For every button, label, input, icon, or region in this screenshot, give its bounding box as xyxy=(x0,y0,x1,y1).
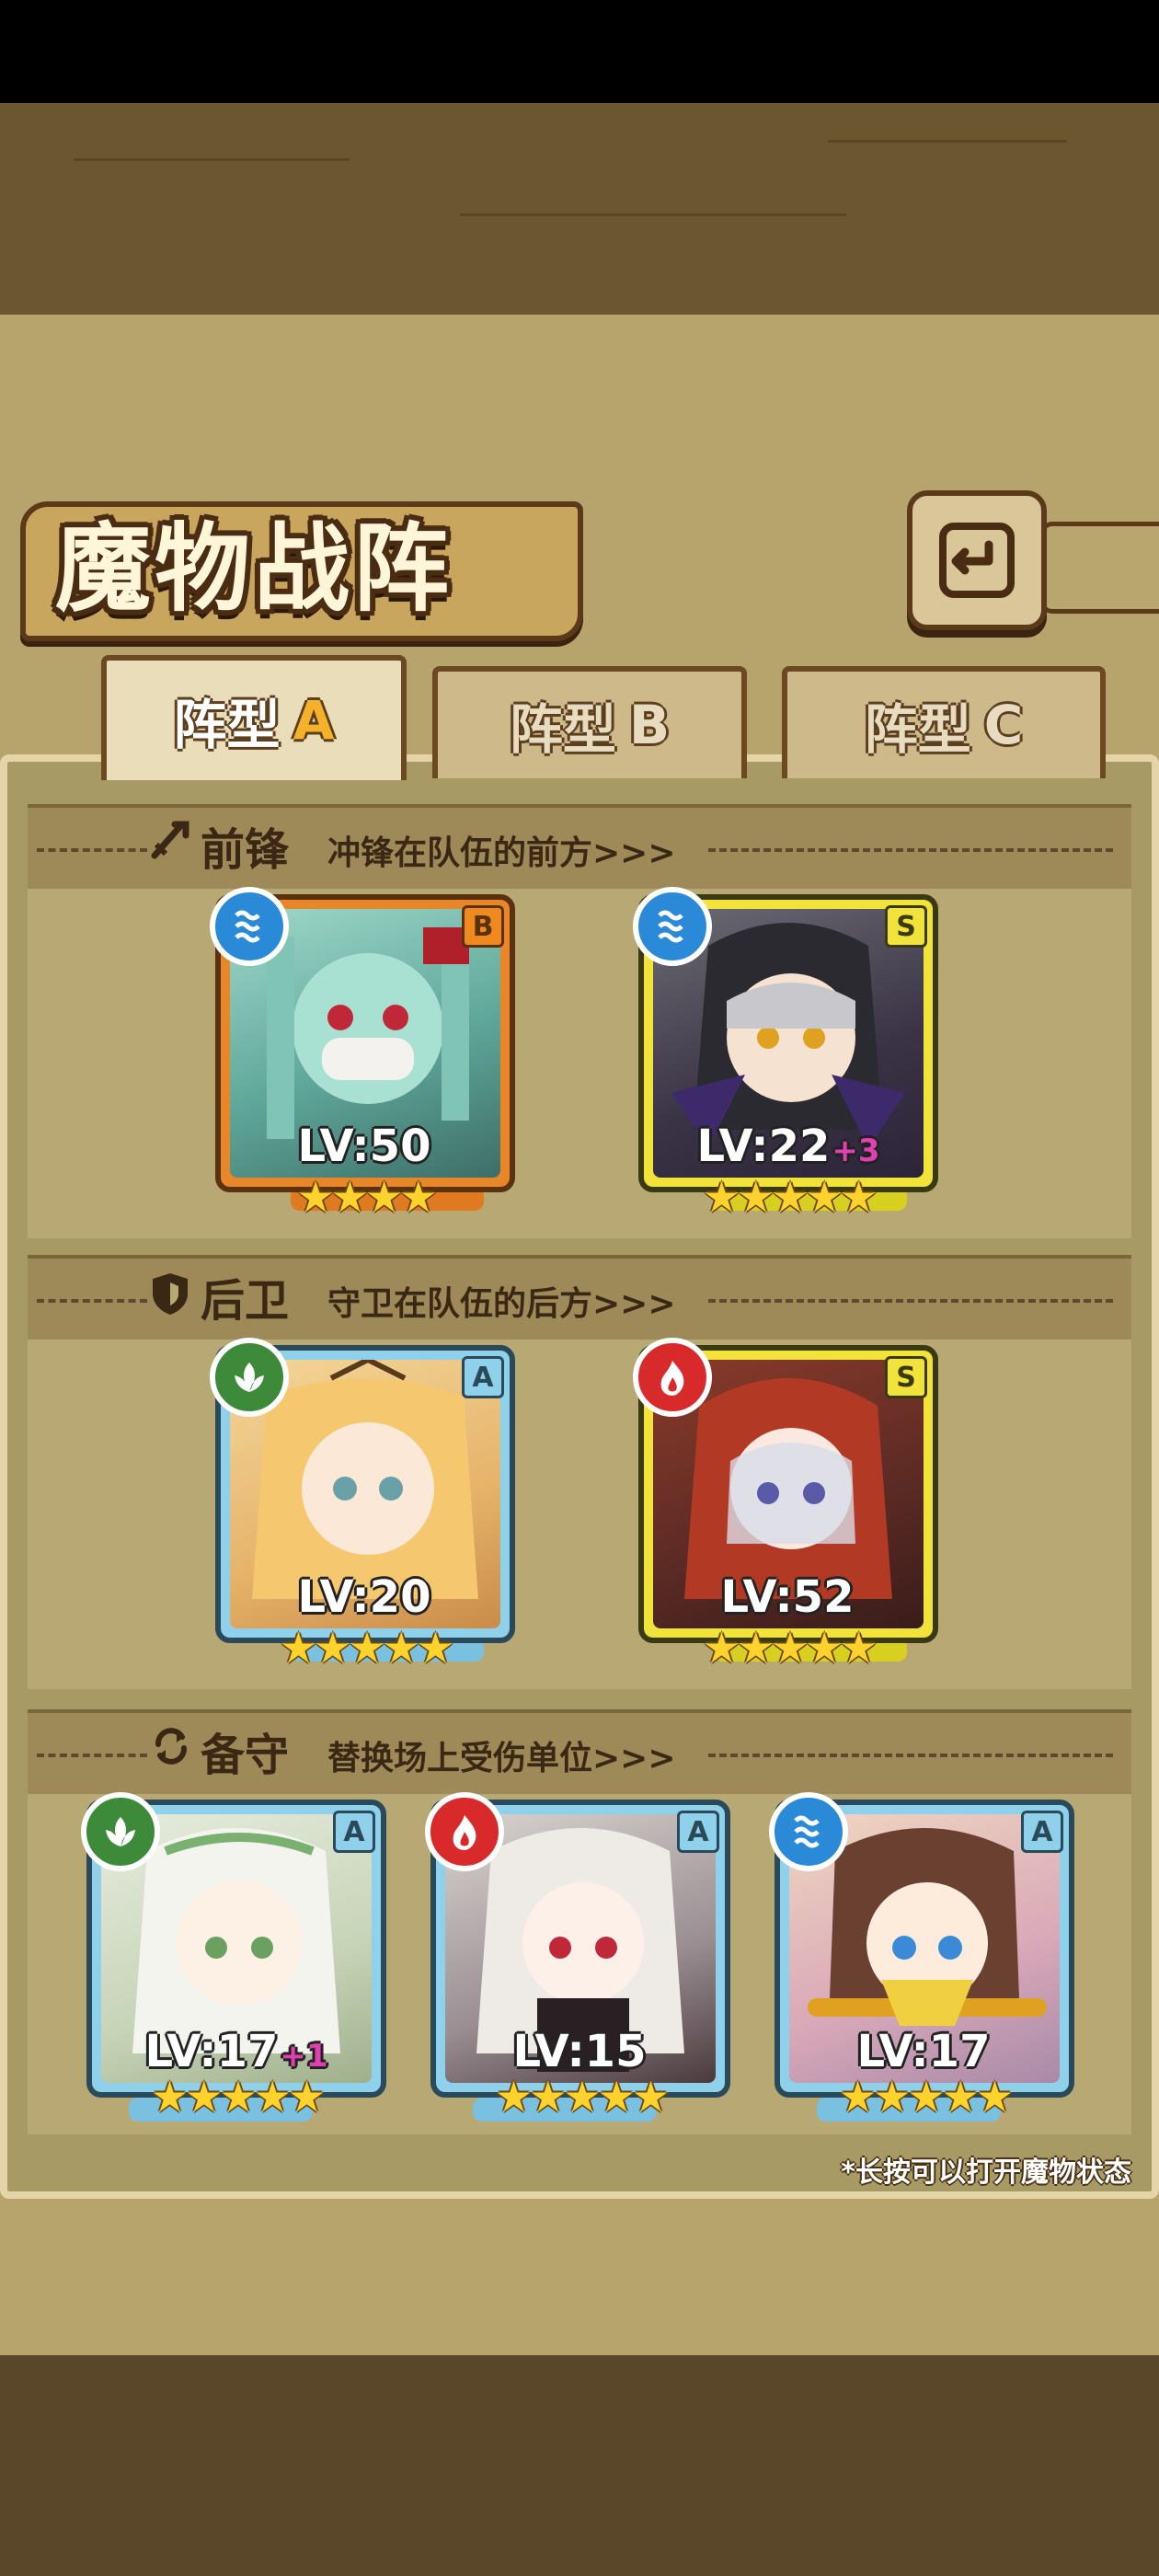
rarity-badge: B xyxy=(462,905,504,948)
tab-formation-b[interactable]: 阵型 B xyxy=(432,666,747,778)
wood-element-icon xyxy=(81,1792,160,1871)
page-title: 魔物战阵 xyxy=(55,512,453,625)
star-rating: ★★★★★ xyxy=(279,1623,454,1673)
tab-suffix: B xyxy=(628,694,671,756)
level-label: LV:15 xyxy=(512,2026,647,2077)
monster-card-front-2[interactable]: S LV:22+3 ★★★★★ xyxy=(633,887,938,1222)
section-desc-reserve: 替换场上受伤单位>>> xyxy=(327,1740,676,1777)
water-element-icon xyxy=(633,887,712,966)
rarity-badge: S xyxy=(885,905,927,948)
monster-card-front-1[interactable]: B LV:50 ★★★★ xyxy=(210,887,515,1222)
tab-formation-c[interactable]: 阵型 C xyxy=(782,666,1106,778)
tab-formation-a[interactable]: 阵型 A xyxy=(101,655,407,780)
star-rating: ★★★★★ xyxy=(702,1623,878,1673)
fire-element-icon xyxy=(633,1338,712,1417)
map-background-top xyxy=(0,103,1159,315)
section-title-rear: 后卫 xyxy=(201,1275,290,1327)
divider xyxy=(37,848,147,852)
back-button-rail xyxy=(1039,522,1159,614)
level-label: LV:17+1 xyxy=(144,2026,328,2077)
section-title-reserve: 备守 xyxy=(201,1730,290,1781)
rarity-badge: A xyxy=(1021,1811,1063,1853)
sword-icon xyxy=(151,821,189,859)
rear-row xyxy=(28,1340,1131,1689)
water-element-icon xyxy=(769,1792,848,1871)
paper-edge-top xyxy=(0,316,1159,350)
map-background-bottom xyxy=(0,2355,1159,2576)
star-rating: ★★★★★ xyxy=(702,1172,878,1222)
wood-element-icon xyxy=(210,1338,289,1417)
rarity-badge: A xyxy=(677,1811,719,1853)
level-label: LV:52 xyxy=(720,1571,855,1623)
fire-element-icon xyxy=(425,1792,504,1871)
level-label: LV:22+3 xyxy=(696,1121,880,1172)
tab-label: 阵型 xyxy=(173,694,281,756)
front-row xyxy=(28,889,1131,1238)
shield-icon xyxy=(153,1273,188,1315)
tab-suffix: A xyxy=(293,689,335,752)
section-desc-rear: 守卫在队伍的后方>>> xyxy=(327,1285,676,1323)
rarity-badge: A xyxy=(462,1356,504,1398)
tab-label: 阵型 xyxy=(864,698,971,761)
divider xyxy=(37,1754,147,1757)
water-element-icon xyxy=(210,887,289,966)
monster-card-reserve-2[interactable]: A LV:15 ★★★★★ xyxy=(425,1792,730,2122)
level-label: LV:17 xyxy=(856,2026,991,2077)
divider xyxy=(708,848,1113,852)
paper-edge-bottom xyxy=(0,2272,1159,2306)
rarity-badge: S xyxy=(885,1356,927,1398)
star-rating: ★★★★★ xyxy=(150,2072,326,2122)
rarity-badge: A xyxy=(333,1811,375,1853)
star-rating: ★★★★ xyxy=(296,1172,438,1222)
tab-suffix: C xyxy=(983,694,1024,756)
swap-icon xyxy=(155,1728,187,1765)
divider xyxy=(37,1299,147,1303)
divider xyxy=(708,1299,1113,1303)
monster-card-reserve-1[interactable]: A LV:17+1 ★★★★★ xyxy=(81,1792,386,2122)
back-button[interactable] xyxy=(907,490,1047,630)
star-rating: ★★★★★ xyxy=(838,2072,1014,2122)
divider xyxy=(708,1754,1113,1757)
monster-card-rear-1[interactable]: A LV:20 ★★★★★ xyxy=(210,1338,515,1673)
status-bar xyxy=(0,0,1159,103)
level-label: LV:50 xyxy=(297,1121,431,1172)
tab-label: 阵型 xyxy=(509,698,616,761)
long-press-hint: *长按可以打开魔物状态 xyxy=(841,2156,1131,2189)
star-rating: ★★★★★ xyxy=(494,2072,670,2122)
level-label: LV:20 xyxy=(297,1571,431,1623)
back-arrow-icon xyxy=(939,523,1015,598)
section-desc-front: 冲锋在队伍的前方>>> xyxy=(327,834,676,872)
section-title-front: 前锋 xyxy=(201,824,290,876)
monster-card-reserve-3[interactable]: A LV:17 ★★★★★ xyxy=(769,1792,1074,2122)
monster-card-rear-2[interactable]: S LV:52 ★★★★★ xyxy=(633,1338,938,1673)
